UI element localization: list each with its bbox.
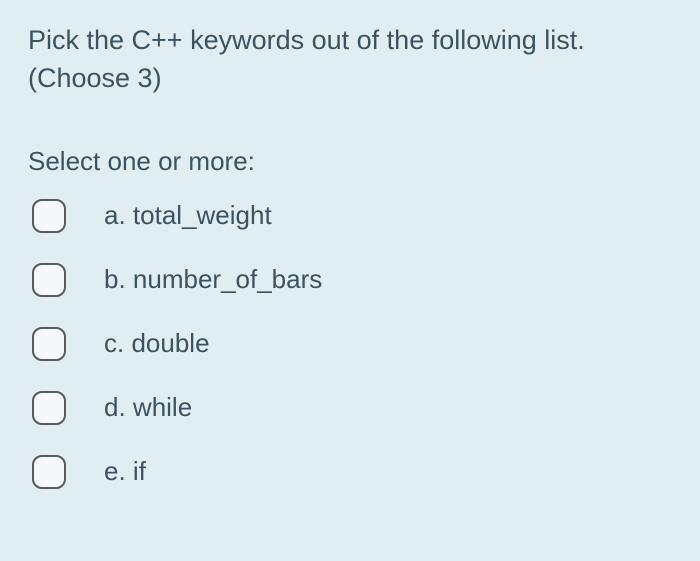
option-label-d: d. while [104,392,192,423]
option-text: total_weight [133,200,272,230]
option-text: if [133,456,146,486]
option-text: double [131,328,209,358]
checkbox-d[interactable] [32,391,66,425]
option-text: while [133,392,192,422]
option-e: e. if [28,455,672,489]
option-c: c. double [28,327,672,361]
option-letter: e. [104,456,126,486]
option-label-a: a. total_weight [104,200,272,231]
option-a: a. total_weight [28,199,672,233]
option-label-e: e. if [104,456,146,487]
option-letter: d. [104,392,126,422]
checkbox-a[interactable] [32,199,66,233]
option-d: d. while [28,391,672,425]
option-label-c: c. double [104,328,210,359]
option-b: b. number_of_bars [28,263,672,297]
option-letter: a. [104,200,126,230]
checkbox-e[interactable] [32,455,66,489]
options-list: a. total_weight b. number_of_bars c. dou… [28,199,672,489]
option-text: number_of_bars [133,264,322,294]
instruction-text: Select one or more: [28,146,672,177]
checkbox-b[interactable] [32,263,66,297]
option-letter: b. [104,264,126,294]
checkbox-c[interactable] [32,327,66,361]
option-letter: c. [104,328,124,358]
option-label-b: b. number_of_bars [104,264,322,295]
question-text: Pick the C++ keywords out of the followi… [28,22,672,98]
